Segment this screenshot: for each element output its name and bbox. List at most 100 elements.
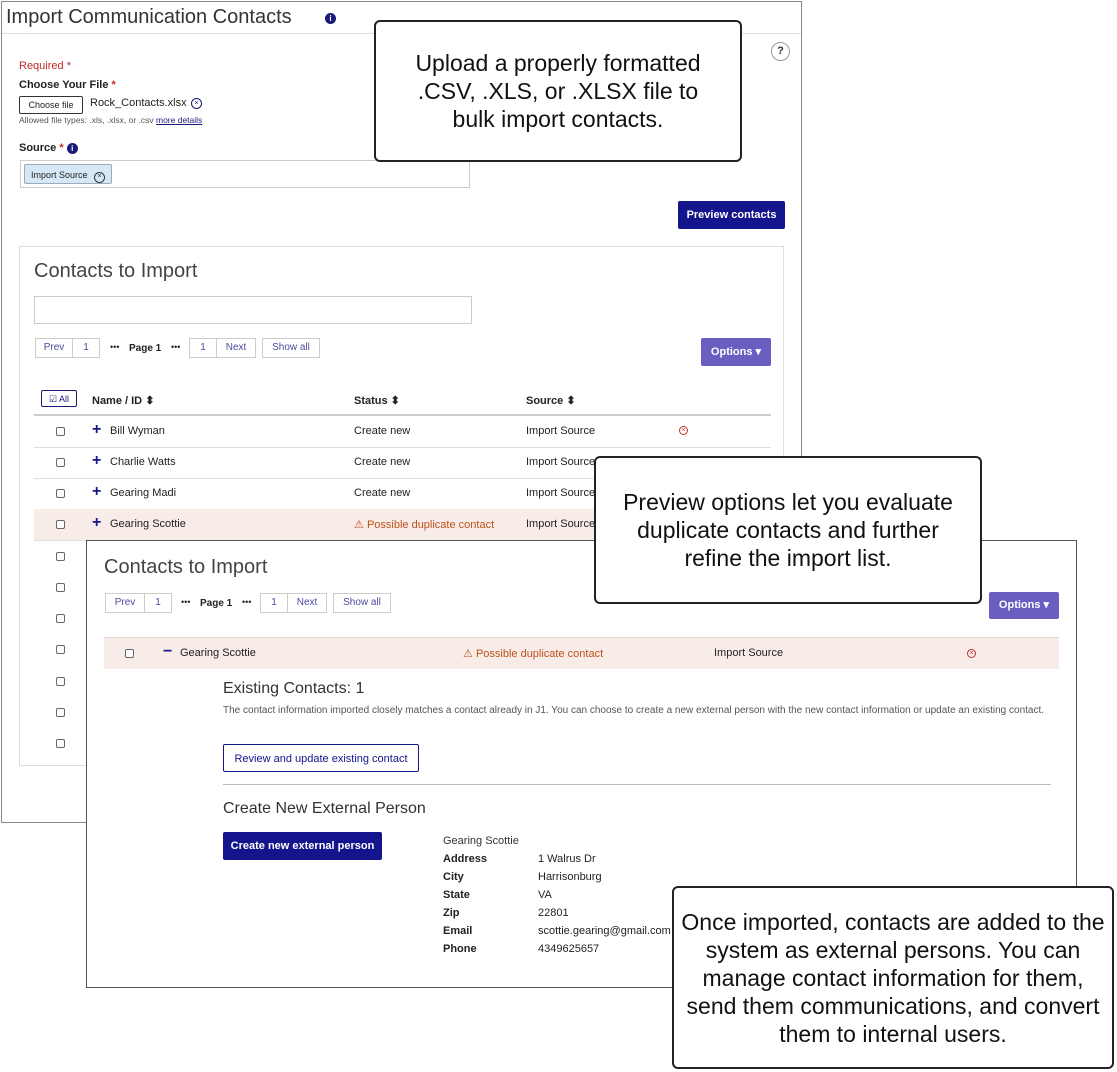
row-checkbox[interactable]: [56, 739, 65, 748]
choose-file-button[interactable]: Choose file: [19, 96, 83, 114]
field-value: scottie.gearing@gmail.com: [538, 925, 671, 937]
row-source: Import Source: [526, 518, 596, 530]
row-checkbox[interactable]: [56, 520, 65, 529]
current-page: Page 1: [129, 343, 162, 354]
row-status: ⚠ Possible duplicate contact: [354, 519, 495, 531]
expand-icon[interactable]: +: [92, 421, 101, 439]
source-info-icon[interactable]: i: [66, 142, 78, 154]
row-checkbox[interactable]: [56, 677, 65, 686]
pagination-ellipsis: •••: [181, 597, 191, 607]
page-first-button[interactable]: 1: [144, 593, 172, 613]
page-first-button[interactable]: 1: [72, 338, 100, 358]
callout-imported: Once imported, contacts are added to the…: [672, 886, 1114, 1069]
field-value: 4349625657: [538, 943, 600, 955]
show-all-button[interactable]: Show all: [262, 338, 320, 358]
prev-button[interactable]: Prev: [35, 338, 73, 358]
col-status-header[interactable]: Status ⬍: [354, 394, 400, 407]
contacts-title: Contacts to Import: [34, 260, 198, 282]
preview-contacts-button[interactable]: Preview contacts: [678, 201, 785, 229]
create-person-title: Create New External Person: [223, 800, 426, 817]
page-last-button[interactable]: 1: [260, 593, 288, 613]
field-label: Phone: [443, 943, 477, 955]
field-value: VA: [538, 889, 552, 901]
more-details-link[interactable]: more details: [156, 115, 202, 125]
row-checkbox[interactable]: [56, 458, 65, 467]
callout-preview: Preview options let you evaluate duplica…: [594, 456, 982, 604]
row-status: ⚠ Possible duplicate contact: [463, 648, 604, 660]
row-checkbox[interactable]: [56, 489, 65, 498]
field-value: 1 Walrus Dr: [538, 853, 596, 865]
existing-contacts-title: Existing Contacts: 1: [223, 680, 365, 697]
row-checkbox[interactable]: [56, 552, 65, 561]
next-button[interactable]: Next: [216, 338, 256, 358]
remove-tag-icon[interactable]: ×: [94, 172, 106, 183]
next-button[interactable]: Next: [287, 593, 327, 613]
file-name: Rock_Contacts.xlsx: [90, 97, 187, 109]
row-checkbox[interactable]: [56, 583, 65, 592]
current-page: Page 1: [200, 598, 233, 609]
section-divider: [223, 784, 1051, 785]
col-name-header[interactable]: Name / ID ⬍: [92, 394, 154, 407]
field-label: State: [443, 889, 470, 901]
callout-upload: Upload a properly formatted .CSV, .XLS, …: [374, 20, 742, 162]
contacts-search-input[interactable]: [34, 296, 472, 324]
prev-button[interactable]: Prev: [105, 593, 145, 613]
col-source-header[interactable]: Source ⬍: [526, 394, 576, 407]
pagination-ellipsis: •••: [171, 342, 181, 352]
create-external-person-button[interactable]: Create new external person: [223, 832, 382, 860]
source-select[interactable]: Import Source ×: [20, 160, 470, 188]
review-existing-button[interactable]: Review and update existing contact: [223, 744, 419, 772]
row-checkbox[interactable]: [56, 427, 65, 436]
options-button[interactable]: Options ▾: [989, 592, 1059, 619]
required-label: Required *: [19, 60, 71, 72]
row-name: Bill Wyman: [110, 425, 165, 437]
source-label: Source * i: [19, 142, 78, 154]
allowed-types: Allowed file types: .xls, .xlsx, or .csv…: [19, 115, 203, 125]
row-name: Gearing Scottie: [110, 518, 186, 530]
remove-file-icon[interactable]: ×: [191, 98, 202, 109]
expand-icon[interactable]: +: [92, 514, 101, 532]
row-checkbox[interactable]: [56, 645, 65, 654]
expand-icon[interactable]: +: [92, 452, 101, 470]
show-all-button[interactable]: Show all: [333, 593, 391, 613]
field-value: 22801: [538, 907, 569, 919]
expand-icon[interactable]: +: [92, 483, 101, 501]
row-status: Create new: [354, 456, 411, 468]
row-name: Gearing Scottie: [180, 647, 256, 659]
field-value: Harrisonburg: [538, 871, 602, 883]
info-icon[interactable]: i: [325, 13, 336, 24]
help-icon[interactable]: ?: [771, 42, 790, 61]
file-label: Choose Your File *: [19, 79, 116, 91]
pagination-ellipsis: •••: [242, 597, 252, 607]
detail-title: Contacts to Import: [104, 556, 268, 578]
row-source: Import Source: [526, 456, 596, 468]
field-label: City: [443, 871, 464, 883]
remove-row-icon[interactable]: ×: [679, 426, 688, 435]
row-name: Charlie Watts: [110, 456, 176, 468]
field-label: Email: [443, 925, 473, 937]
pagination-ellipsis: •••: [110, 342, 120, 352]
row-checkbox[interactable]: [56, 708, 65, 717]
options-button[interactable]: Options ▾: [701, 338, 771, 366]
row-checkbox[interactable]: [56, 614, 65, 623]
expanded-row[interactable]: − Gearing Scottie ⚠ Possible duplicate c…: [104, 637, 1059, 669]
page-last-button[interactable]: 1: [189, 338, 217, 358]
warning-icon: ⚠: [354, 519, 364, 531]
page-title: Import Communication Contacts: [6, 6, 292, 28]
warning-icon: ⚠: [463, 648, 473, 660]
remove-row-icon[interactable]: ×: [967, 649, 976, 658]
field-label: Address: [443, 853, 488, 865]
row-checkbox[interactable]: [125, 649, 134, 658]
collapse-icon[interactable]: −: [163, 643, 172, 661]
table-row[interactable]: + Bill Wyman Create new Import Source ×: [34, 416, 771, 448]
row-source: Import Source: [526, 425, 596, 437]
person-name: Gearing Scottie: [443, 835, 519, 847]
existing-contacts-text: The contact information imported closely…: [223, 705, 1045, 716]
row-name: Gearing Madi: [110, 487, 177, 499]
row-source: Import Source: [714, 647, 784, 659]
row-status: Create new: [354, 425, 411, 437]
field-label: Zip: [443, 907, 460, 919]
row-status: Create new: [354, 487, 411, 499]
select-all-button[interactable]: ☑ All: [41, 390, 77, 407]
row-source: Import Source: [526, 487, 596, 499]
